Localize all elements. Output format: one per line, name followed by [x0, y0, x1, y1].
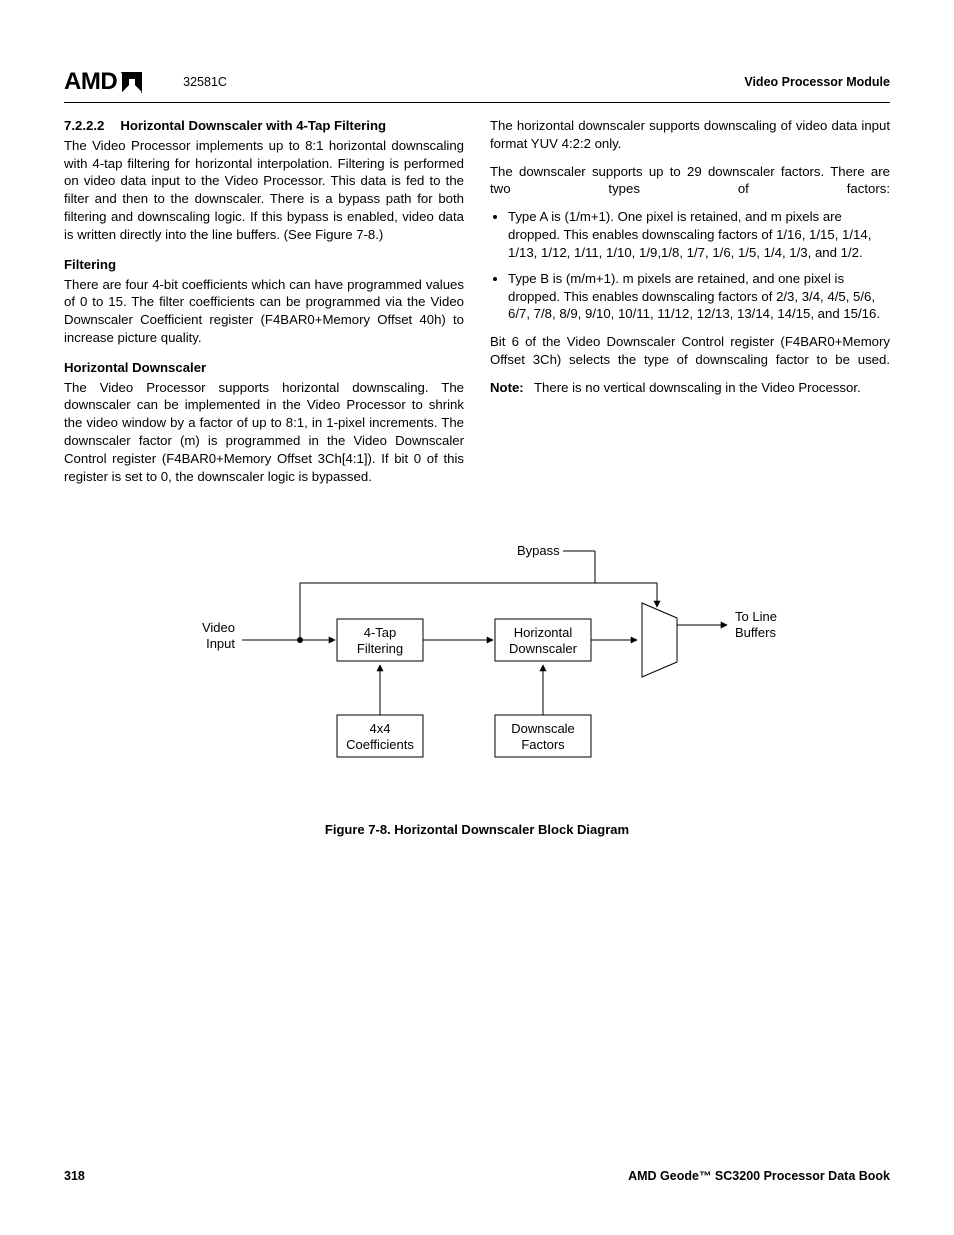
bullet-list: Type A is (1/m+1). One pixel is retained…	[490, 208, 890, 323]
diag-out-label2: Buffers	[735, 625, 776, 640]
diag-input-label: Input	[206, 636, 235, 651]
doc-number: 32581C	[183, 75, 227, 89]
section-number: 7.2.2.2	[64, 118, 104, 133]
section-title: Horizontal Downscaler with 4-Tap Filteri…	[120, 118, 386, 133]
block-diagram: Bypass Video Input 4-Tap Filtering Horiz…	[127, 525, 827, 805]
figure-wrapper: Bypass Video Input 4-Tap Filtering Horiz…	[64, 525, 890, 837]
note-block: Note: There is no vertical downscaling i…	[490, 379, 890, 397]
list-item: Type A is (1/m+1). One pixel is retained…	[508, 208, 890, 261]
diag-df-label2: Factors	[521, 737, 565, 752]
paragraph: The Video Processor supports horizontal …	[64, 379, 464, 486]
page-header: AMD 32581C Video Processor Module	[64, 68, 890, 103]
list-item: Type B is (m/m+1). m pixels are retained…	[508, 270, 890, 323]
page-footer: 318 AMD Geode™ SC3200 Processor Data Boo…	[64, 1169, 890, 1183]
paragraph: The horizontal downscaler supports downs…	[490, 117, 890, 153]
diag-video-label: Video	[202, 620, 235, 635]
diag-hd-label1: Horizontal	[514, 625, 573, 640]
note-label: Note:	[490, 379, 534, 397]
diag-bypass-label: Bypass	[517, 543, 560, 558]
module-title: Video Processor Module	[744, 75, 890, 89]
diag-out-label1: To Line	[735, 609, 777, 624]
paragraph: The downscaler supports up to 29 downsca…	[490, 163, 890, 199]
logo-text: AMD	[64, 68, 117, 96]
paragraph: Bit 6 of the Video Downscaler Control re…	[490, 333, 890, 369]
amd-logo: AMD	[64, 68, 143, 96]
diag-tap-label1: 4-Tap	[364, 625, 397, 640]
book-title: AMD Geode™ SC3200 Processor Data Book	[628, 1169, 890, 1183]
sub-heading-hds: Horizontal Downscaler	[64, 359, 464, 377]
diag-hd-label2: Downscaler	[509, 641, 578, 656]
header-left: AMD 32581C	[64, 68, 227, 96]
diag-coef-label2: Coefficients	[346, 737, 414, 752]
diag-df-label1: Downscale	[511, 721, 575, 736]
sub-heading-filtering: Filtering	[64, 256, 464, 274]
paragraph: There are four 4-bit coefficients which …	[64, 276, 464, 347]
section-heading: 7.2.2.2 Horizontal Downscaler with 4-Tap …	[64, 117, 464, 135]
figure-caption: Figure 7-8. Horizontal Downscaler Block …	[64, 822, 890, 837]
amd-arrow-icon	[121, 71, 143, 93]
diag-coef-label1: 4x4	[370, 721, 391, 736]
diag-tap-label2: Filtering	[357, 641, 403, 656]
paragraph: The Video Processor implements up to 8:1…	[64, 137, 464, 244]
page-number: 318	[64, 1169, 85, 1183]
diag-mux	[642, 603, 677, 677]
note-text: There is no vertical downscaling in the …	[534, 379, 861, 397]
two-column-body: 7.2.2.2 Horizontal Downscaler with 4-Tap …	[64, 117, 890, 485]
